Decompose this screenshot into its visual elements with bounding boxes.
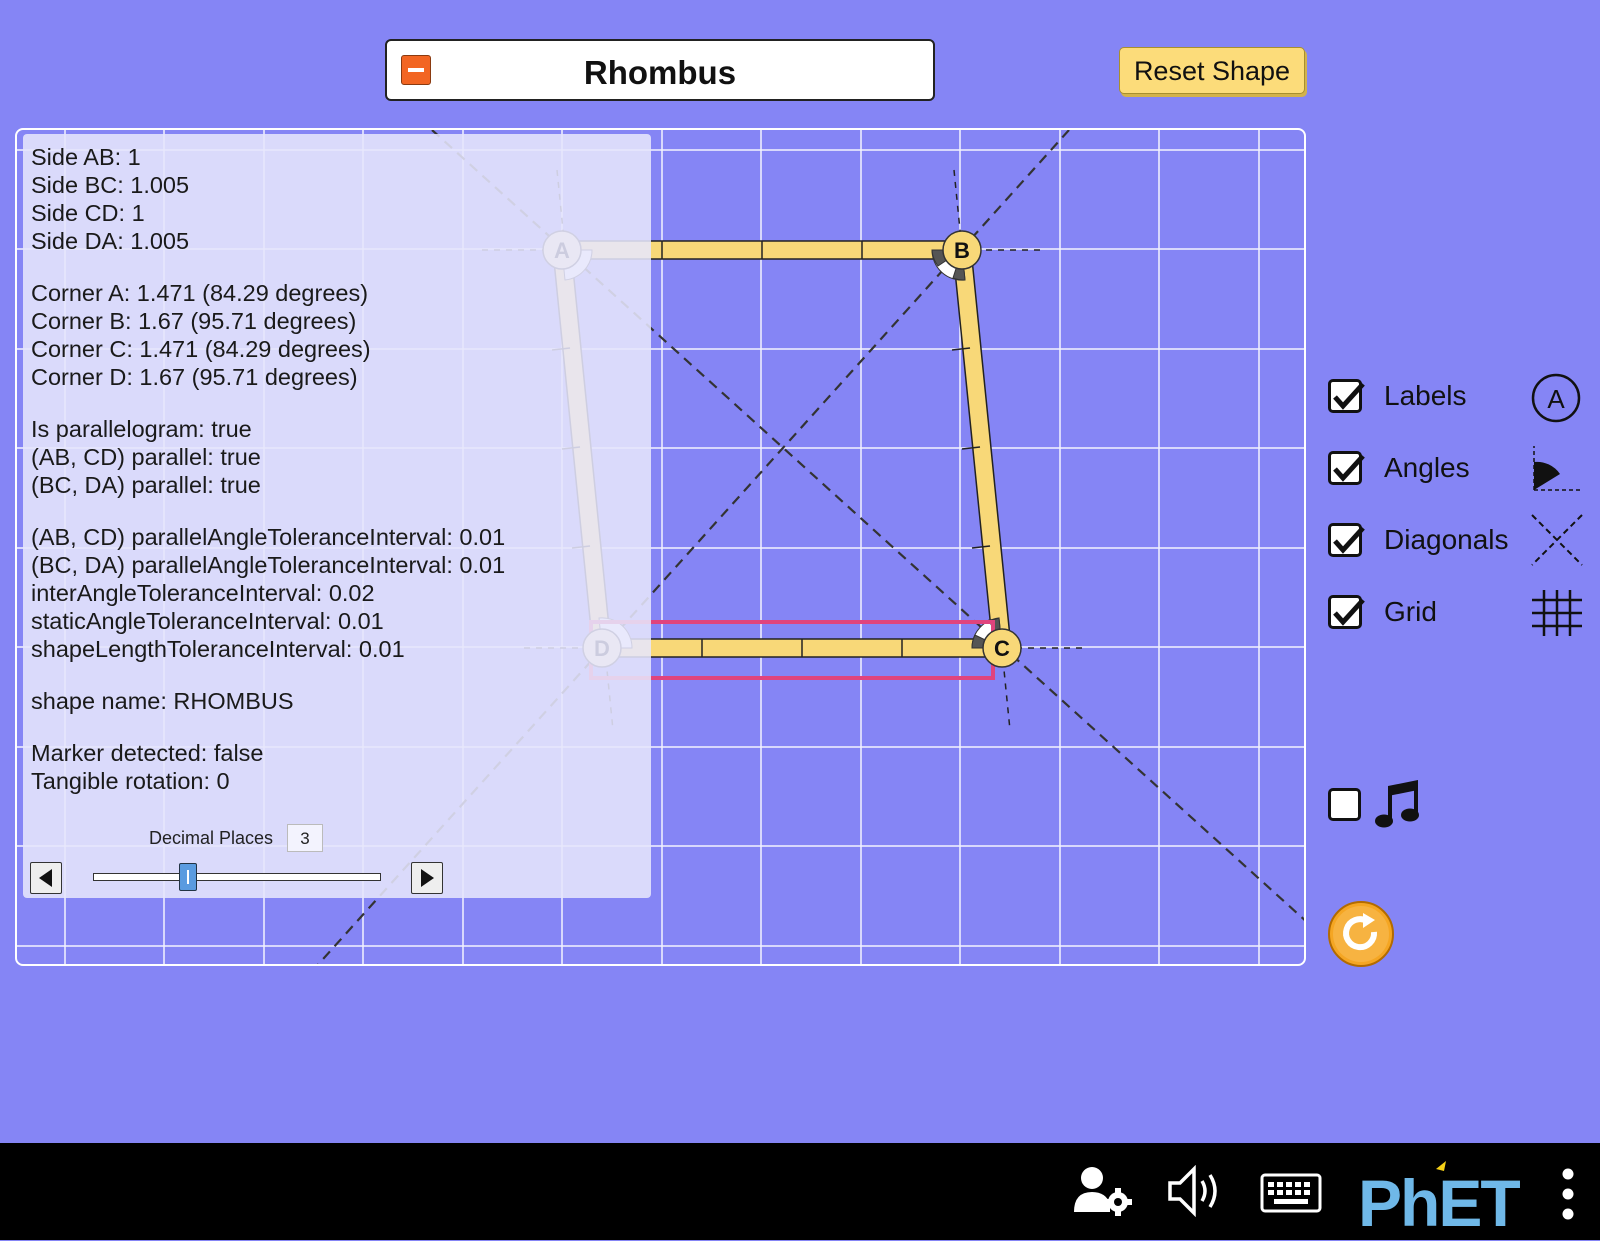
angle-icon <box>1530 442 1584 501</box>
marker-detected: Marker detected: false <box>31 740 264 766</box>
angles-checkbox-label: Angles <box>1384 452 1470 483</box>
ab-cd-tolerance: (AB, CD) parallelAngleToleranceInterval:… <box>31 524 506 550</box>
vertex-label-c: C <box>994 636 1010 661</box>
side-cd-length: Side CD: 1 <box>31 200 145 226</box>
side-bc <box>952 248 1012 650</box>
labels-checkbox[interactable] <box>1328 379 1365 413</box>
corner-a-angle: Corner A: 1.471 (84.29 degrees) <box>31 280 369 306</box>
side-bc-length: Side BC: 1.005 <box>31 172 190 198</box>
static-angle-tolerance: staticAngleToleranceInterval: 0.01 <box>31 608 384 634</box>
shape-length-tolerance: shapeLengthToleranceInterval: 0.01 <box>31 636 405 662</box>
side-ab-length: Side AB: 1 <box>31 144 141 170</box>
more-menu-icon[interactable] <box>1560 1167 1576 1226</box>
corner-c-angle: Corner C: 1.471 (84.29 degrees) <box>31 336 371 362</box>
diagonals-checkbox[interactable] <box>1328 523 1365 557</box>
decimal-places-slider-track[interactable] <box>93 873 381 881</box>
decimal-places-value: 3 <box>287 824 323 852</box>
sound-on-icon[interactable] <box>1166 1164 1228 1222</box>
label-a-icon-text: A <box>1547 384 1565 414</box>
reset-all-button[interactable] <box>1327 900 1395 973</box>
arrow-right-icon <box>421 869 434 887</box>
side-da-length: Side DA: 1.005 <box>31 228 190 254</box>
phet-logo-text: PhET <box>1358 1166 1521 1240</box>
shape-name-title: Rhombus <box>583 54 737 91</box>
labels-checkbox-label: Labels <box>1384 380 1467 411</box>
corner-b-angle: Corner B: 1.67 (95.71 degrees) <box>31 308 357 334</box>
music-note-icon <box>1374 780 1426 837</box>
bc-da-tolerance: (BC, DA) parallelAngleToleranceInterval:… <box>31 552 506 578</box>
grid-checkbox-label: Grid <box>1384 596 1437 627</box>
diagonals-icon <box>1530 513 1584 572</box>
checkmark-icon <box>1333 526 1365 554</box>
user-settings-icon[interactable] <box>1072 1164 1134 1221</box>
arrow-left-icon <box>39 869 52 887</box>
checkmark-icon <box>1333 598 1365 626</box>
decimal-places-label: Decimal Places <box>149 828 274 848</box>
decimal-places-decrement-button[interactable] <box>30 862 62 894</box>
navigation-bar: PhET <box>0 1143 1600 1240</box>
shape-name-readout: shape name: RHOMBUS <box>31 688 294 714</box>
diagonals-checkbox-label: Diagonals <box>1384 524 1509 555</box>
keyboard-icon[interactable] <box>1260 1173 1322 1218</box>
reset-shape-button[interactable]: Reset Shape <box>1119 47 1305 94</box>
grid-checkbox[interactable] <box>1328 595 1365 629</box>
checkmark-icon <box>1333 382 1365 410</box>
phet-logo[interactable]: PhET <box>1358 1149 1548 1240</box>
decimal-places-increment-button[interactable] <box>411 862 443 894</box>
shape-name-panel: Rhombus <box>385 39 935 101</box>
decimal-places-slider-thumb[interactable] <box>179 863 197 891</box>
bc-da-parallel: (BC, DA) parallel: true <box>31 472 261 498</box>
grid-icon <box>1530 588 1584 643</box>
tangible-rotation: Tangible rotation: 0 <box>31 768 230 794</box>
vertex-label-b: B <box>954 238 970 263</box>
sound-checkbox[interactable] <box>1328 788 1361 821</box>
angles-checkbox[interactable] <box>1328 451 1365 485</box>
debug-info-panel: Side AB: 1 Side BC: 1.005 Side CD: 1 Sid… <box>23 134 651 898</box>
reset-all-icon <box>1328 901 1394 967</box>
inter-angle-tolerance: interAngleToleranceInterval: 0.02 <box>31 580 375 606</box>
checkmark-icon <box>1333 454 1365 482</box>
ab-cd-parallel: (AB, CD) parallel: true <box>31 444 261 470</box>
is-parallelogram: Is parallelogram: true <box>31 416 252 442</box>
corner-d-angle: Corner D: 1.67 (95.71 degrees) <box>31 364 358 390</box>
